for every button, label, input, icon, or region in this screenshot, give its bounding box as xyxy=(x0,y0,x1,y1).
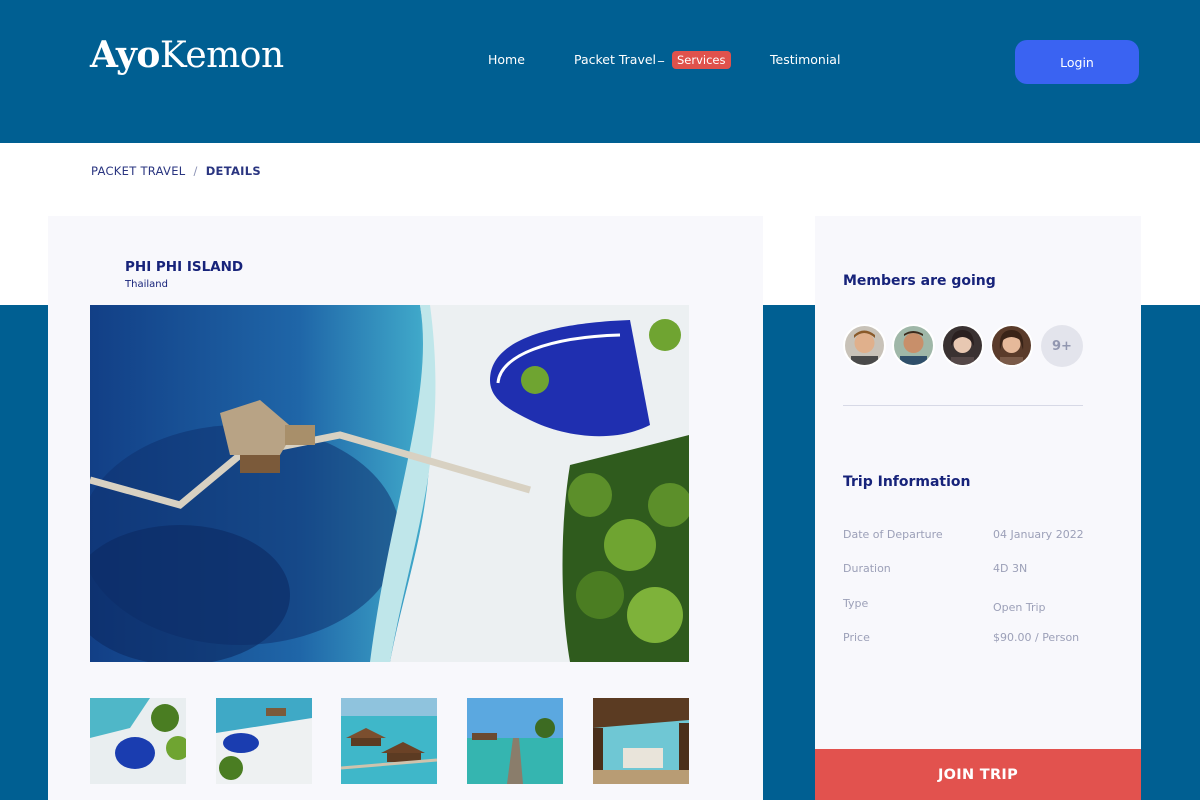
nav-packet-travel[interactable]: Packet Travel xyxy=(574,52,656,67)
divider xyxy=(843,405,1083,406)
gallery-thumbnail[interactable] xyxy=(90,698,186,784)
more-members-count[interactable]: 9+ xyxy=(1041,325,1083,367)
breadcrumb-parent[interactable]: PACKET TRAVEL xyxy=(91,164,186,178)
breadcrumb-current: DETAILS xyxy=(205,164,261,178)
member-avatar[interactable] xyxy=(892,324,935,367)
member-avatar[interactable] xyxy=(843,324,886,367)
info-label-duration: Duration xyxy=(843,562,891,575)
trip-info-heading: Trip Information xyxy=(843,474,971,490)
nav-home[interactable]: Home xyxy=(488,52,525,67)
destination-card: PHI PHI ISLAND Thailand xyxy=(48,216,763,800)
gallery-thumbnail[interactable] xyxy=(341,698,437,784)
info-value-type: Open Trip xyxy=(993,601,1046,614)
destination-title: PHI PHI ISLAND xyxy=(125,259,244,275)
nav-separator: _ xyxy=(658,48,664,62)
login-button[interactable]: Login xyxy=(1015,40,1139,84)
member-avatar[interactable] xyxy=(990,324,1033,367)
member-avatar[interactable] xyxy=(941,324,984,367)
site-header: AyoKemon Home Packet Travel _ Services T… xyxy=(0,0,1200,143)
join-trip-button[interactable]: JOIN TRIP xyxy=(815,749,1141,800)
site-logo[interactable]: AyoKemon xyxy=(90,34,284,76)
destination-country: Thailand xyxy=(125,279,168,290)
info-value-departure: 04 January 2022 xyxy=(993,528,1084,541)
info-label-departure: Date of Departure xyxy=(843,528,943,541)
info-value-duration: 4D 3N xyxy=(993,562,1028,575)
breadcrumb: PACKET TRAVEL / DETAILS xyxy=(91,164,261,178)
gallery-thumbnail[interactable] xyxy=(467,698,563,784)
info-label-type: Type xyxy=(843,597,869,610)
trip-sidebar: Members are going 9+ Trip Information Da… xyxy=(815,216,1141,800)
nav-testimonial[interactable]: Testimonial xyxy=(770,52,840,67)
nav-services[interactable]: Services xyxy=(672,51,731,69)
info-value-price: $90.00 / Person xyxy=(993,631,1080,644)
info-label-price: Price xyxy=(843,631,870,644)
breadcrumb-separator: / xyxy=(193,164,198,178)
gallery-thumbnail[interactable] xyxy=(593,698,689,784)
gallery-thumbnail[interactable] xyxy=(216,698,312,784)
hero-image xyxy=(90,305,689,662)
members-heading: Members are going xyxy=(843,273,996,289)
